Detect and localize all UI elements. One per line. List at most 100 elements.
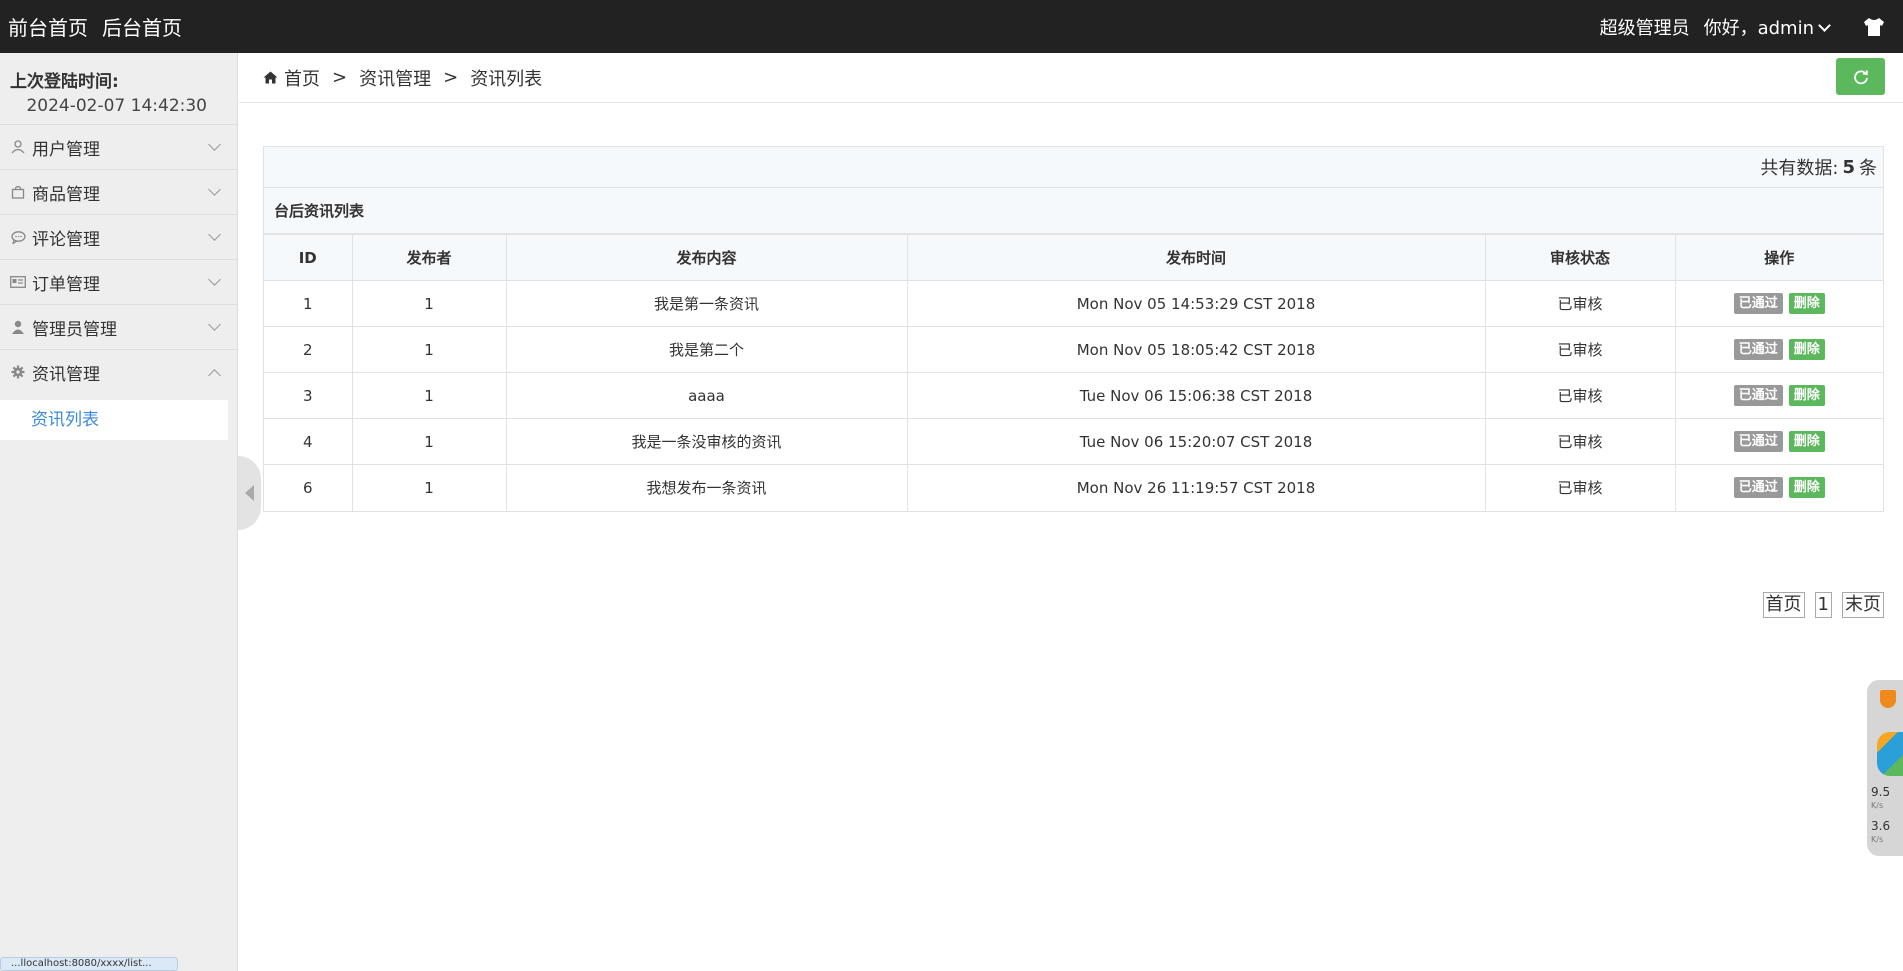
table-row: 2 1 我是第二个 Mon Nov 05 18:05:42 CST 2018 已…: [264, 326, 1883, 373]
cell-publisher: 1: [351, 418, 507, 465]
approved-button[interactable]: 已通过: [1733, 477, 1783, 499]
last-login-label: 上次登陆时间:: [10, 72, 119, 92]
last-login-info: 上次登陆时间: 2024-02-07 14:42:30: [0, 53, 237, 124]
sidebar-item-users[interactable]: 用户管理: [0, 124, 237, 169]
download-speed-value: 3.6: [1871, 819, 1891, 833]
sidebar-item-comments[interactable]: 评论管理: [0, 214, 237, 259]
column-header-actions: 操作: [1674, 234, 1883, 281]
delete-button[interactable]: 删除: [1788, 293, 1825, 314]
breadcrumb-home[interactable]: 首页: [284, 65, 320, 91]
cell-content: 我想发布一条资讯: [505, 464, 908, 511]
delete-button[interactable]: 删除: [1788, 339, 1825, 360]
cell-status: 已审核: [1484, 464, 1676, 511]
breadcrumb-news-list: 资讯列表: [470, 68, 543, 90]
network-speed-widget[interactable]: 9.5 K/s 3.6 K/s: [1867, 680, 1903, 856]
delete-button[interactable]: 删除: [1788, 431, 1825, 452]
column-header-status: 审核状态: [1484, 234, 1676, 281]
cell-content: 我是一条没审核的资讯: [505, 418, 908, 465]
table-row: 3 1 aaaa Tue Nov 06 15:06:38 CST 2018 已审…: [264, 372, 1883, 419]
cell-status: 已审核: [1484, 418, 1676, 465]
frontend-home-link[interactable]: 前台首页: [8, 12, 88, 41]
cell-content: aaaa: [505, 372, 908, 419]
upload-speed: 9.5 K/s: [1871, 786, 1890, 812]
cell-publisher: 1: [351, 280, 507, 327]
cell-id: 1: [264, 280, 353, 327]
approved-button[interactable]: 已通过: [1733, 339, 1783, 360]
cell-time: Tue Nov 06 15:06:38 CST 2018: [906, 372, 1486, 419]
approved-button[interactable]: 已通过: [1733, 385, 1783, 406]
sidebar-collapse-handle[interactable]: [238, 456, 261, 530]
cell-time: Tue Nov 06 15:20:07 CST 2018: [906, 418, 1486, 465]
comment-icon: [8, 230, 28, 244]
sidebar-item-admins[interactable]: 管理员管理: [0, 304, 237, 349]
table-header-row: ID 发布者 发布内容 发布时间 审核状态 操作: [264, 234, 1883, 281]
sidebar: 上次登陆时间: 2024-02-07 14:42:30 用户管理 商品管理 评论…: [0, 53, 238, 971]
caret-left-icon: [245, 485, 254, 501]
sidebar-item-products[interactable]: 商品管理: [0, 169, 237, 214]
last-page-link[interactable]: 末页: [1842, 592, 1884, 618]
column-header-time: 发布时间: [906, 234, 1486, 281]
person-icon: [8, 320, 28, 334]
breadcrumb-separator: >: [443, 67, 459, 88]
sidebar-item-label: 评论管理: [32, 229, 100, 250]
chevron-down-icon: [208, 272, 221, 286]
download-speed: 3.6 K/s: [1871, 820, 1890, 846]
upload-speed-unit: K/s: [1871, 801, 1884, 810]
refresh-icon: [1853, 69, 1868, 84]
page-number-link[interactable]: 1: [1814, 592, 1832, 618]
cell-time: Mon Nov 26 11:19:57 CST 2018: [906, 464, 1486, 511]
cell-id: 3: [264, 372, 353, 419]
cell-status: 已审核: [1484, 280, 1676, 327]
table-row: 6 1 我想发布一条资讯 Mon Nov 26 11:19:57 CST 201…: [264, 464, 1883, 511]
chevron-down-icon: [208, 227, 221, 241]
sidebar-item-label: 商品管理: [32, 184, 100, 205]
sidebar-item-orders[interactable]: 订单管理: [0, 259, 237, 304]
first-page-link[interactable]: 首页: [1762, 592, 1805, 618]
news-list-panel: 共有数据: 5 条 台后资讯列表 ID 发布者 发布内容 发布时间 审核状态 操…: [263, 146, 1884, 512]
user-icon: [8, 140, 28, 154]
column-header-id: ID: [264, 234, 353, 281]
column-header-publisher: 发布者: [351, 234, 507, 281]
cell-content: 我是第一条资讯: [505, 280, 908, 327]
shirt-icon[interactable]: [1863, 17, 1885, 37]
cell-publisher: 1: [351, 326, 507, 373]
last-login-value: 2024-02-07 14:42:30: [26, 96, 207, 116]
cell-publisher: 1: [351, 464, 507, 511]
record-count: 共有数据: 5 条: [264, 147, 1883, 188]
sidebar-item-label: 资讯管理: [32, 364, 100, 385]
chevron-up-icon: [208, 368, 221, 382]
news-table: ID 发布者 发布内容 发布时间 审核状态 操作 1 1 我是第一条资讯 Mon…: [264, 234, 1883, 511]
sidebar-item-label: 用户管理: [32, 139, 100, 160]
sidebar-subitem-news-list[interactable]: 资讯列表: [0, 400, 228, 440]
shield-icon: [1880, 690, 1896, 708]
cell-content: 我是第二个: [505, 326, 908, 373]
browser-status-url: ...llocalhost:8080/xxxx/list...: [0, 957, 178, 971]
record-count-label: 共有数据:: [1760, 158, 1839, 179]
approved-button[interactable]: 已通过: [1733, 431, 1783, 452]
top-nav-links: 前台首页 后台首页: [8, 12, 182, 41]
card-icon: [8, 276, 28, 288]
table-row: 4 1 我是一条没审核的资讯 Tue Nov 06 15:20:07 CST 2…: [264, 418, 1883, 465]
panel-title: 台后资讯列表: [264, 188, 1883, 234]
home-icon: [263, 71, 278, 84]
speed-ball-icon: [1877, 732, 1903, 776]
chevron-down-icon: [208, 317, 221, 331]
user-menu-toggle[interactable]: 你好，admin: [1704, 14, 1831, 40]
column-header-content: 发布内容: [505, 234, 908, 281]
sidebar-item-label: 管理员管理: [32, 319, 117, 340]
delete-button[interactable]: 删除: [1788, 385, 1825, 406]
table-row: 1 1 我是第一条资讯 Mon Nov 05 14:53:29 CST 2018…: [264, 280, 1883, 327]
cell-id: 4: [264, 418, 353, 465]
record-count-value: 5: [1842, 156, 1855, 178]
breadcrumb: 首页 > 资讯管理 > 资讯列表: [239, 53, 1903, 103]
cell-id: 2: [264, 326, 353, 373]
breadcrumb-news-management[interactable]: 资讯管理: [359, 65, 431, 91]
cell-actions: 已通过 删除: [1674, 326, 1883, 373]
sidebar-item-news[interactable]: 资讯管理: [0, 349, 237, 394]
backend-home-link[interactable]: 后台首页: [102, 12, 182, 41]
delete-button[interactable]: 删除: [1788, 477, 1825, 499]
cell-time: Mon Nov 05 14:53:29 CST 2018: [906, 280, 1486, 327]
refresh-button[interactable]: [1836, 58, 1885, 95]
approved-button[interactable]: 已通过: [1733, 293, 1783, 314]
cell-status: 已审核: [1484, 326, 1676, 373]
